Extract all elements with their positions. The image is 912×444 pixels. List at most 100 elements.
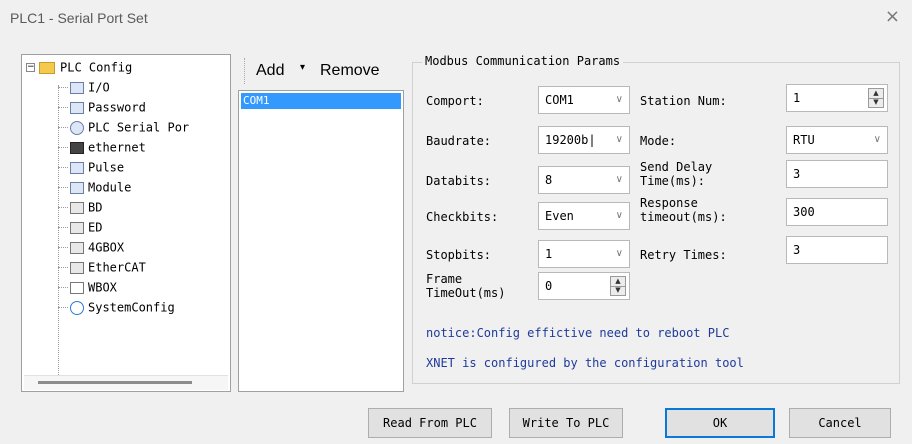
databits-label: Databits: <box>426 174 492 188</box>
tree-item-label: WBOX <box>88 280 117 295</box>
retry-times-label: Retry Times: <box>640 248 727 262</box>
toolbar-grip <box>244 58 245 84</box>
tree-item-bd[interactable]: BD <box>70 197 102 217</box>
tree-root-label: PLC Config <box>60 60 133 75</box>
tree-item-label: I/O <box>88 80 110 95</box>
4gbox-icon <box>70 241 84 254</box>
baudrate-label: Baudrate: <box>426 134 492 148</box>
tree-item-ed[interactable]: ED <box>70 217 102 237</box>
tree-item-pulse[interactable]: Pulse <box>70 157 124 177</box>
tree-branch-line <box>58 147 68 148</box>
checkbits-value: Even <box>545 209 574 223</box>
comport-label: Comport: <box>426 94 484 108</box>
window-title: PLC1 - Serial Port Set <box>10 10 148 26</box>
ethercat-icon <box>70 261 84 274</box>
spin-down-icon[interactable]: ▼ <box>611 286 625 295</box>
databits-select[interactable]: 8 ∨ <box>538 166 630 194</box>
chevron-down-icon[interactable]: ▾ <box>300 62 305 73</box>
tree-item-label: SystemConfig <box>88 300 175 315</box>
frame-timeout-stepper[interactable]: 0 ▲ ▼ <box>538 272 630 300</box>
baudrate-select[interactable]: 19200b| ∨ <box>538 126 630 154</box>
cancel-button[interactable]: Cancel <box>789 408 891 438</box>
write-to-plc-button[interactable]: Write To PLC <box>509 408 623 438</box>
tree-item-wbox[interactable]: WBOX <box>70 277 117 297</box>
tree-item-io[interactable]: I/O <box>70 77 110 97</box>
tree-item-4gbox[interactable]: 4GBOX <box>70 237 124 257</box>
send-delay-label-line2: Time(ms): <box>640 174 706 188</box>
read-from-plc-button[interactable]: Read From PLC <box>368 408 492 438</box>
tree-item-module[interactable]: Module <box>70 177 131 197</box>
bd-icon <box>70 201 84 214</box>
ed-icon <box>70 221 84 234</box>
frame-timeout-label-line1: Frame <box>426 272 463 286</box>
comport-value: COM1 <box>545 93 574 107</box>
retry-times-input[interactable]: 3 <box>786 236 888 264</box>
gear-icon <box>70 300 84 315</box>
mode-label: Mode: <box>640 134 677 148</box>
folder-icon <box>39 61 55 74</box>
group-title: Modbus Communication Params <box>422 54 624 68</box>
stopbits-value: 1 <box>545 247 553 261</box>
tree-item-label: Module <box>88 180 132 195</box>
scrollbar-thumb[interactable] <box>38 381 192 384</box>
ok-button[interactable]: OK <box>665 408 775 438</box>
tree-item-ethercat[interactable]: EtherCAT <box>70 257 146 277</box>
tree-root-plc-config[interactable]: − PLC Config <box>26 57 132 77</box>
databits-value: 8 <box>545 173 553 187</box>
config-tree: − PLC Config I/O Password PLC Serial Por … <box>21 54 231 392</box>
chevron-down-icon: ∨ <box>615 94 623 105</box>
checkbits-label: Checkbits: <box>426 210 499 224</box>
chevron-down-icon: ∨ <box>615 174 623 185</box>
station-num-spin: ▲ ▼ <box>868 88 884 108</box>
tree-item-label: PLC Serial Por <box>88 120 190 135</box>
tree-item-plc-serial-port[interactable]: PLC Serial Por <box>70 117 189 137</box>
mode-select[interactable]: RTU ∨ <box>786 126 888 154</box>
spin-down-icon[interactable]: ▼ <box>869 98 883 107</box>
add-button[interactable]: Add <box>256 62 284 80</box>
notice-xnet: XNET is configured by the configuration … <box>426 356 744 370</box>
response-timeout-input[interactable]: 300 <box>786 198 888 226</box>
stopbits-label: Stopbits: <box>426 248 492 262</box>
close-icon[interactable]: × <box>885 8 900 26</box>
tree-item-label: ethernet <box>88 140 146 155</box>
frame-timeout-label-line2: TimeOut(ms) <box>426 286 506 300</box>
tree-item-ethernet[interactable]: ethernet <box>70 137 146 157</box>
remove-button[interactable]: Remove <box>320 62 380 80</box>
wbox-icon <box>70 281 84 294</box>
response-timeout-label: Response timeout(ms): <box>640 196 727 224</box>
frame-timeout-label: Frame TimeOut(ms) <box>426 272 505 300</box>
ethernet-icon <box>70 141 84 154</box>
tree-item-systemconfig[interactable]: SystemConfig <box>70 297 175 317</box>
send-delay-input[interactable]: 3 <box>786 160 888 188</box>
tree-branch-line <box>58 107 68 108</box>
chevron-down-icon: ∨ <box>615 210 623 221</box>
tree-branch-line <box>58 167 68 168</box>
tree-branch-line <box>58 87 68 88</box>
io-icon <box>70 81 84 94</box>
tree-item-password[interactable]: Password <box>70 97 146 117</box>
notice-reboot: notice:Config effictive need to reboot P… <box>426 326 730 340</box>
port-list-toolbar: Add ▾ Remove <box>238 54 404 90</box>
frame-timeout-spin: ▲ ▼ <box>610 276 626 296</box>
comport-select[interactable]: COM1 ∨ <box>538 86 630 114</box>
stopbits-select[interactable]: 1 ∨ <box>538 240 630 268</box>
chevron-down-icon: ∨ <box>615 248 623 259</box>
station-num-label: Station Num: <box>640 94 727 108</box>
collapse-icon[interactable]: − <box>26 63 35 72</box>
tree-item-label: BD <box>88 200 103 215</box>
list-item-com1[interactable]: COM1 <box>241 93 401 109</box>
chevron-down-icon: ∨ <box>615 134 623 145</box>
response-timeout-label-line2: timeout(ms): <box>640 210 727 224</box>
tree-item-label: EtherCAT <box>88 260 146 275</box>
tree-branch-line <box>58 307 68 308</box>
send-delay-label-line1: Send Delay <box>640 160 713 174</box>
station-num-value: 1 <box>793 91 801 105</box>
checkbits-select[interactable]: Even ∨ <box>538 202 630 230</box>
tree-branch-line <box>58 227 68 228</box>
station-num-stepper[interactable]: 1 ▲ ▼ <box>786 84 888 112</box>
chevron-down-icon: ∨ <box>873 134 881 145</box>
password-icon <box>70 101 84 114</box>
response-timeout-label-line1: Response <box>640 196 698 210</box>
tree-item-label: 4GBOX <box>88 240 125 255</box>
tree-item-label: Password <box>88 100 146 115</box>
